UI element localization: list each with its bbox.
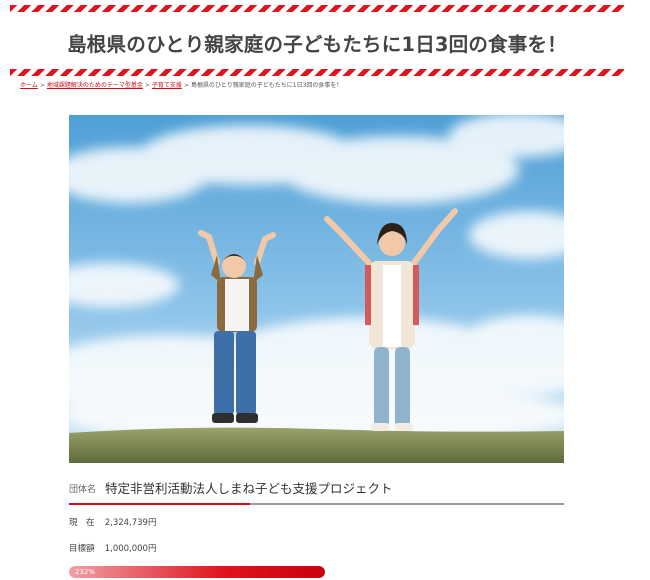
page-title: 島根県のひとり親家庭の子どもたちに1日3回の食事を！ [67, 33, 567, 56]
hero-photo-children-jumping [69, 115, 564, 463]
current-amount-value: 2,324,739円 [104, 518, 157, 528]
divider-accent [69, 503, 250, 505]
divider [69, 503, 564, 505]
breadcrumb-separator: > [144, 82, 150, 89]
progress-fill [69, 566, 325, 578]
goal-amount-row: 目標額 1,000,000円 [69, 542, 156, 556]
goal-amount-label: 目標額 [69, 544, 95, 554]
breadcrumb-separator: > [39, 82, 45, 89]
breadcrumb-link-theme-fund[interactable]: 地域課題解決のためのテーマ型基金 [47, 82, 143, 89]
progress-percent: 232% [75, 568, 96, 576]
breadcrumb-link-home[interactable]: ホーム [20, 82, 38, 89]
organization-label: 団体名 [69, 485, 97, 495]
header-stripe-bottom [10, 69, 624, 76]
progress-bar: 232% [69, 566, 325, 578]
organization-row: 団体名 特定非営利活動法人しまね子ども支援プロジェクト [69, 478, 564, 500]
breadcrumb-separator: > [183, 82, 189, 89]
breadcrumb: ホーム > 地域課題解決のためのテーマ型基金 > 子育て支援 > 島根県のひとり親家庭の子ど… [20, 80, 620, 89]
current-amount-label: 現 在 [69, 518, 95, 528]
current-amount-row: 現 在 2,324,739円 [69, 516, 156, 530]
goal-amount-value: 1,000,000円 [104, 544, 157, 554]
organization-name: 特定非営利活動法人しまね子ども支援プロジェクト [105, 481, 393, 496]
header-stripe-top [10, 5, 624, 12]
breadcrumb-current: 島根県のひとり親家庭の子どもたちに1日3回の食事を！ [190, 82, 343, 89]
hero-image [69, 115, 564, 463]
breadcrumb-link-childcare[interactable]: 子育て支援 [152, 82, 182, 89]
